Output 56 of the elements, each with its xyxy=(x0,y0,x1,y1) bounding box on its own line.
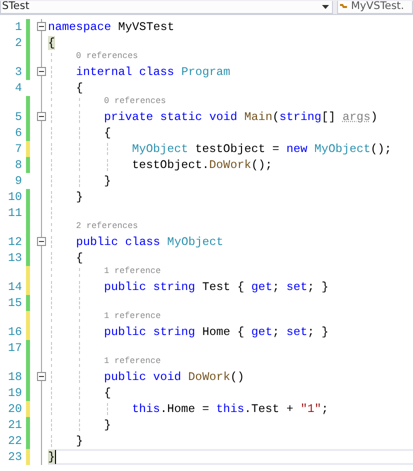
code-line: namespace MyVSTest xyxy=(48,20,174,34)
project-dropdown[interactable]: STest xyxy=(0,0,333,14)
reference-count[interactable]: 0 references xyxy=(76,50,138,62)
line-number: 16 xyxy=(6,324,22,340)
reference-count[interactable]: 1 reference xyxy=(104,310,161,322)
collapse-icon[interactable] xyxy=(36,112,46,121)
code-line: { xyxy=(104,126,112,140)
line-number: 13 xyxy=(6,250,22,266)
code-line: public string Home { get; set; } xyxy=(104,325,328,339)
caret-icon xyxy=(322,4,329,8)
reference-count[interactable]: 1 reference xyxy=(104,355,161,367)
collapse-icon[interactable] xyxy=(36,372,46,381)
line-number: 7 xyxy=(14,141,22,157)
reference-count[interactable]: 2 references xyxy=(76,220,138,232)
line-number: 8 xyxy=(14,157,22,173)
collapse-icon[interactable] xyxy=(36,237,46,246)
code-line: public void DoWork() xyxy=(104,370,244,384)
line-number: 6 xyxy=(14,125,22,141)
reference-count[interactable]: 0 references xyxy=(104,95,166,107)
line-number: 15 xyxy=(6,295,22,311)
line-number: 1 xyxy=(14,19,22,35)
code-line: { xyxy=(76,251,84,265)
code-line: MyObject testObject = new MyObject(); xyxy=(132,142,392,156)
line-number: 22 xyxy=(6,433,22,449)
line-number: 11 xyxy=(6,205,22,221)
line-number: 2 xyxy=(14,35,22,51)
code-line: this.Home = this.Test + "1"; xyxy=(132,402,328,416)
line-number: 12 xyxy=(6,234,22,250)
code-line: } xyxy=(104,174,112,188)
code-line: { xyxy=(76,81,84,95)
text-cursor xyxy=(55,450,56,464)
line-number: 10 xyxy=(6,189,22,205)
collapse-icon[interactable] xyxy=(36,67,46,76)
line-number: 4 xyxy=(14,80,22,96)
line-number: 5 xyxy=(14,109,22,125)
code-line: public class MyObject xyxy=(76,235,224,249)
code-line: } xyxy=(76,434,84,448)
line-number: 23 xyxy=(6,449,22,465)
line-number: 3 xyxy=(14,64,22,80)
reference-count[interactable]: 1 reference xyxy=(104,265,161,277)
code-line: { xyxy=(104,386,112,400)
line-number: 20 xyxy=(6,401,22,417)
line-number: 19 xyxy=(6,385,22,401)
code-line: private static void Main(string[] args) xyxy=(104,110,378,124)
line-number: 17 xyxy=(6,340,22,356)
code-line: } xyxy=(104,418,112,432)
line-number: 14 xyxy=(6,279,22,295)
code-line: } xyxy=(76,190,84,204)
collapse-icon[interactable] xyxy=(36,22,46,31)
code-line: public string Test { get; set; } xyxy=(104,280,328,294)
member-dropdown[interactable]: MyVSTest. xyxy=(337,0,413,14)
code-line: testObject.DoWork(); xyxy=(132,158,272,172)
line-number: 21 xyxy=(6,417,22,433)
line-number: 18 xyxy=(6,369,22,385)
code-line: internal class Program xyxy=(76,65,230,79)
line-number: 9 xyxy=(14,173,22,189)
